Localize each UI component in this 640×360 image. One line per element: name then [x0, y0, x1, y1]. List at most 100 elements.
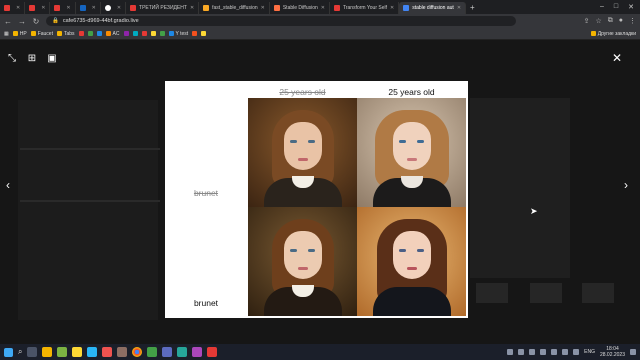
- tray-icon[interactable]: [529, 349, 536, 355]
- portrait-face: [284, 231, 322, 279]
- minimize-icon[interactable]: –: [600, 3, 604, 11]
- browser-tab[interactable]: fast_stable_diffusion ✕: [199, 2, 270, 14]
- windows-start-icon[interactable]: [4, 347, 13, 357]
- star-icon[interactable]: ☆: [595, 17, 601, 25]
- page-content: ⤡ ⊞ ▣ ✕ ‹ › 25 years old 25 years old br…: [0, 40, 640, 344]
- app-icon[interactable]: [87, 347, 98, 357]
- close-tab-icon[interactable]: ✕: [16, 5, 20, 11]
- portrait-eye: [399, 140, 406, 143]
- apps-icon[interactable]: ▦: [4, 31, 9, 37]
- bookmark[interactable]: [96, 31, 102, 36]
- chevron-right-icon[interactable]: ›: [624, 178, 628, 192]
- app-icon[interactable]: [147, 347, 158, 357]
- chevron-left-icon[interactable]: ‹: [6, 178, 10, 192]
- site-icon: [273, 5, 280, 11]
- bookmark[interactable]: HP: [12, 31, 27, 37]
- browser-tab[interactable]: ✕: [25, 2, 51, 14]
- back-icon[interactable]: ←: [4, 17, 12, 26]
- app-icon[interactable]: [192, 347, 203, 357]
- tray-icon[interactable]: [507, 349, 514, 355]
- bookmark[interactable]: [192, 31, 198, 36]
- close-tab-icon[interactable]: ✕: [92, 5, 96, 11]
- bookmark[interactable]: Y test: [168, 31, 188, 37]
- clock[interactable]: 18:04 28.02.2023: [600, 346, 625, 358]
- folder-icon: [78, 31, 84, 36]
- network-icon[interactable]: [562, 349, 569, 355]
- app-icon[interactable]: [117, 347, 128, 357]
- bookmark[interactable]: [87, 31, 93, 36]
- bookmark[interactable]: [123, 31, 129, 36]
- maximize-icon[interactable]: □: [614, 3, 618, 11]
- tray-icon[interactable]: [551, 349, 558, 355]
- forward-icon[interactable]: →: [18, 17, 26, 26]
- close-tab-icon[interactable]: ✕: [190, 5, 194, 11]
- browser-tab[interactable]: ✕: [50, 2, 76, 14]
- portrait-face: [393, 122, 431, 170]
- notifications-icon[interactable]: [630, 349, 636, 355]
- background-divider: [20, 200, 160, 202]
- bookmark[interactable]: Tabs: [56, 31, 75, 37]
- extensions-icon[interactable]: ⧉: [608, 17, 613, 25]
- site-icon: [141, 31, 147, 36]
- close-tab-icon[interactable]: ✕: [66, 5, 70, 11]
- portrait-image[interactable]: [357, 207, 466, 316]
- app-icon[interactable]: [162, 347, 173, 357]
- bookmark[interactable]: Faucet: [30, 31, 53, 37]
- browser-tab[interactable]: ✕: [0, 2, 26, 14]
- new-tab-button[interactable]: +: [466, 3, 479, 12]
- tray-icon[interactable]: [518, 349, 525, 355]
- search-icon[interactable]: ⌕: [18, 347, 22, 357]
- portrait-image[interactable]: [248, 98, 357, 207]
- app-icon[interactable]: [42, 347, 53, 357]
- browser-tab-active[interactable]: stable diffusion aut ✕: [399, 2, 467, 14]
- browser-tab[interactable]: Transform Your Self ✕: [330, 2, 400, 14]
- profile-icon[interactable]: ●: [619, 17, 623, 25]
- app-icon[interactable]: [177, 347, 188, 357]
- close-tab-icon[interactable]: ✕: [457, 5, 461, 11]
- fullscreen-icon[interactable]: ⤡: [6, 52, 18, 64]
- browser-tab[interactable]: ТРЕТИЙ РЕЗИДЕНТ ✕: [126, 2, 200, 14]
- close-tab-icon[interactable]: ✕: [261, 5, 265, 11]
- close-icon[interactable]: ✕: [612, 51, 622, 65]
- browser-tab[interactable]: ✕: [101, 2, 127, 14]
- task-view-icon[interactable]: [27, 347, 38, 357]
- chrome-icon[interactable]: [132, 347, 143, 357]
- browser-tab[interactable]: ✕: [76, 2, 101, 14]
- bookmark[interactable]: AC: [105, 31, 120, 37]
- bookmark[interactable]: [159, 31, 165, 36]
- bookmark[interactable]: [141, 31, 147, 36]
- menu-icon[interactable]: ⋮: [629, 17, 636, 25]
- portrait-image[interactable]: [248, 207, 357, 316]
- app-icon[interactable]: [102, 347, 113, 357]
- portrait-face: [284, 122, 322, 170]
- reload-icon[interactable]: ↻: [32, 17, 40, 26]
- volume-icon[interactable]: [573, 349, 580, 355]
- app-icon[interactable]: [207, 347, 218, 357]
- browser-tab[interactable]: Stable Diffusion ✕: [270, 2, 330, 14]
- bookmark[interactable]: [78, 31, 84, 36]
- bookmark[interactable]: [132, 31, 138, 36]
- column-header: 25 years old: [279, 86, 326, 97]
- youtube-icon: [29, 5, 36, 11]
- portrait-image[interactable]: [357, 98, 466, 207]
- close-tab-icon[interactable]: ✕: [321, 5, 325, 11]
- other-bookmarks[interactable]: Другие закладки: [590, 31, 636, 37]
- share-icon[interactable]: ⇪: [584, 17, 590, 25]
- tab-strip: ✕ ✕ ✕ ✕ ✕ ТРЕТИЙ РЕЗИДЕНТ ✕ fast_stable_d…: [0, 0, 640, 14]
- app-icon[interactable]: [57, 347, 68, 357]
- close-window-icon[interactable]: ✕: [628, 3, 634, 11]
- window-controls: – □ ✕: [600, 3, 640, 11]
- language-indicator[interactable]: ENG: [584, 349, 595, 355]
- close-tab-icon[interactable]: ✕: [390, 5, 394, 11]
- save-icon[interactable]: ▣: [46, 52, 58, 64]
- bookmark[interactable]: [150, 31, 156, 36]
- grid-icon[interactable]: ⊞: [26, 52, 38, 64]
- close-tab-icon[interactable]: ✕: [41, 5, 45, 11]
- close-tab-icon[interactable]: ✕: [117, 5, 121, 11]
- tray-icon[interactable]: [540, 349, 547, 355]
- url-field[interactable]: 🔒 cafe6735-d969-44bf.gradio.live: [46, 16, 516, 26]
- bookmark[interactable]: [201, 31, 207, 36]
- folder-icon: [96, 31, 102, 36]
- app-icon[interactable]: [72, 347, 83, 357]
- portrait-mouth: [407, 158, 417, 161]
